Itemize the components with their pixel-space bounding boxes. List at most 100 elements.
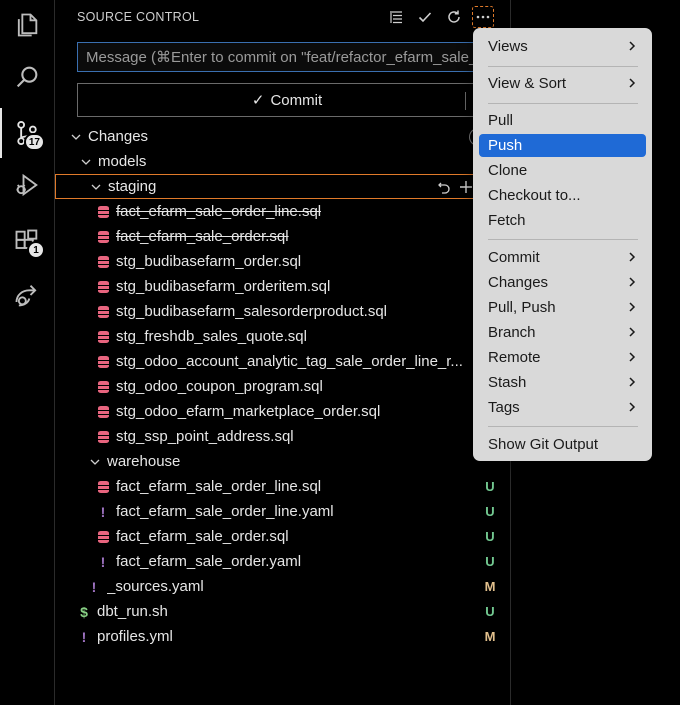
file-row[interactable]: fact_efarm_sale_order_line.sql U xyxy=(55,474,512,499)
view-as-tree-button[interactable] xyxy=(385,6,407,28)
file-row[interactable]: stg_odoo_account_analytic_tag_sale_order… xyxy=(55,349,512,374)
menu-item-show-git-output[interactable]: Show Git Output xyxy=(479,433,646,456)
yaml-icon: ! xyxy=(91,578,97,595)
menu-item-label: Clone xyxy=(488,162,528,179)
file-name: fact_efarm_sale_order_line.sql xyxy=(116,478,322,495)
menu-item-commit[interactable]: Commit xyxy=(479,246,646,269)
menu-item-pull[interactable]: Pull xyxy=(479,109,646,132)
panel-title: SOURCE CONTROL xyxy=(77,10,200,24)
menu-item-pull-push[interactable]: Pull, Push xyxy=(479,296,646,319)
file-row[interactable]: stg_budibasefarm_salesorderproduct.sql xyxy=(55,299,512,324)
chevron-down-icon xyxy=(89,182,103,192)
commit-button[interactable]: ✓ Commit xyxy=(77,83,497,117)
menu-item-tags[interactable]: Tags xyxy=(479,396,646,419)
git-status: U xyxy=(485,504,495,519)
menu-item-label: Views xyxy=(488,38,528,55)
shell-icon: $ xyxy=(80,603,88,620)
file-row[interactable]: stg_odoo_coupon_program.sql xyxy=(55,374,512,399)
menu-item-label: Fetch xyxy=(488,212,526,229)
file-row[interactable]: fact_efarm_sale_order.sql xyxy=(55,224,512,249)
menu-item-stash[interactable]: Stash xyxy=(479,371,646,394)
activity-extensions[interactable]: 1 xyxy=(0,216,54,266)
database-icon xyxy=(96,530,110,543)
menu-item-changes[interactable]: Changes xyxy=(479,271,646,294)
menu-item-label: Checkout to... xyxy=(488,187,581,204)
commit-button-divider xyxy=(465,92,466,110)
menu-item-label: Stash xyxy=(488,374,527,391)
database-icon xyxy=(96,380,110,393)
database-icon xyxy=(96,330,110,343)
git-status: M xyxy=(484,629,496,644)
database-icon xyxy=(96,405,110,418)
menu-item-clone[interactable]: Clone xyxy=(479,159,646,182)
git-status: M xyxy=(484,579,496,594)
refresh-icon xyxy=(448,10,460,23)
changes-label: Changes xyxy=(88,128,149,145)
menu-item-branch[interactable]: Branch xyxy=(479,321,646,344)
refresh-button[interactable] xyxy=(443,6,465,28)
stage-all-icon[interactable] xyxy=(459,180,473,194)
menu-item-checkout[interactable]: Checkout to... xyxy=(479,184,646,207)
file-name: fact_efarm_sale_order.yaml xyxy=(116,553,302,570)
database-icon xyxy=(96,280,110,293)
yaml-icon: ! xyxy=(100,503,106,520)
menu-item-push[interactable]: Push xyxy=(479,134,646,157)
menu-item-remote[interactable]: Remote xyxy=(479,346,646,369)
file-row[interactable]: stg_budibasefarm_order.sql xyxy=(55,249,512,274)
file-row[interactable]: ! _sources.yaml M xyxy=(55,574,512,599)
search-icon xyxy=(16,66,38,88)
file-name: _sources.yaml xyxy=(107,578,204,595)
file-row[interactable]: ! fact_efarm_sale_order.yaml U xyxy=(55,549,512,574)
commit-check-button[interactable] xyxy=(414,6,436,28)
file-row[interactable]: fact_efarm_sale_order_line.sql xyxy=(55,199,512,224)
folder-warehouse[interactable]: warehouse xyxy=(55,449,512,474)
list-tree-icon xyxy=(390,11,402,24)
file-name: stg_freshdb_sales_quote.sql xyxy=(116,328,307,345)
database-icon xyxy=(96,480,110,493)
activity-explorer[interactable] xyxy=(0,0,54,50)
chevron-down-icon xyxy=(79,157,93,167)
menu-item-view-sort[interactable]: View & Sort xyxy=(479,72,646,95)
extensions-badge: 1 xyxy=(27,241,45,259)
menu-item-fetch[interactable]: Fetch xyxy=(479,209,646,232)
menu-item-label: Changes xyxy=(488,274,549,291)
menu-item-label: Show Git Output xyxy=(488,436,599,453)
more-actions-button[interactable] xyxy=(472,6,494,28)
ellipsis-icon xyxy=(476,15,490,19)
menu-separator xyxy=(488,239,638,240)
activity-search[interactable] xyxy=(0,52,54,102)
database-icon xyxy=(96,430,110,443)
discard-changes-icon[interactable] xyxy=(437,180,451,194)
activity-remote[interactable] xyxy=(0,270,54,320)
file-name: stg_odoo_coupon_program.sql xyxy=(116,378,323,395)
file-row[interactable]: fact_efarm_sale_order.sql U xyxy=(55,524,512,549)
yaml-icon: ! xyxy=(100,553,106,570)
file-row[interactable]: stg_freshdb_sales_quote.sql xyxy=(55,324,512,349)
folder-models[interactable]: models xyxy=(55,149,512,174)
folder-staging[interactable]: staging xyxy=(55,174,512,199)
database-icon xyxy=(96,305,110,318)
git-status: U xyxy=(485,554,495,569)
changes-group-header[interactable]: Changes xyxy=(55,124,512,149)
activity-source-control[interactable]: 17 xyxy=(0,108,54,158)
chevron-right-icon xyxy=(629,352,636,362)
commit-message-input[interactable] xyxy=(78,43,496,71)
chevron-down-icon xyxy=(69,132,83,142)
folder-label: staging xyxy=(108,178,157,195)
chevron-right-icon xyxy=(629,252,636,262)
check-icon xyxy=(418,12,432,23)
file-name: fact_efarm_sale_order.sql xyxy=(116,228,289,245)
file-row[interactable]: stg_ssp_point_address.sql xyxy=(55,424,512,449)
file-name: stg_budibasefarm_salesorderproduct.sql xyxy=(116,303,387,320)
chevron-right-icon xyxy=(629,78,636,88)
activity-run-debug[interactable] xyxy=(0,160,54,210)
file-row[interactable]: $ dbt_run.sh U xyxy=(55,599,512,624)
file-row[interactable]: ! profiles.yml M xyxy=(55,624,512,649)
yaml-icon: ! xyxy=(81,628,87,645)
file-row[interactable]: stg_budibasefarm_orderitem.sql xyxy=(55,274,512,299)
menu-item-label: View & Sort xyxy=(488,75,567,92)
file-row[interactable]: stg_odoo_efarm_marketplace_order.sql xyxy=(55,399,512,424)
file-row[interactable]: ! fact_efarm_sale_order_line.yaml U xyxy=(55,499,512,524)
file-name: fact_efarm_sale_order_line.yaml xyxy=(116,503,334,520)
menu-item-views[interactable]: Views xyxy=(479,35,646,58)
